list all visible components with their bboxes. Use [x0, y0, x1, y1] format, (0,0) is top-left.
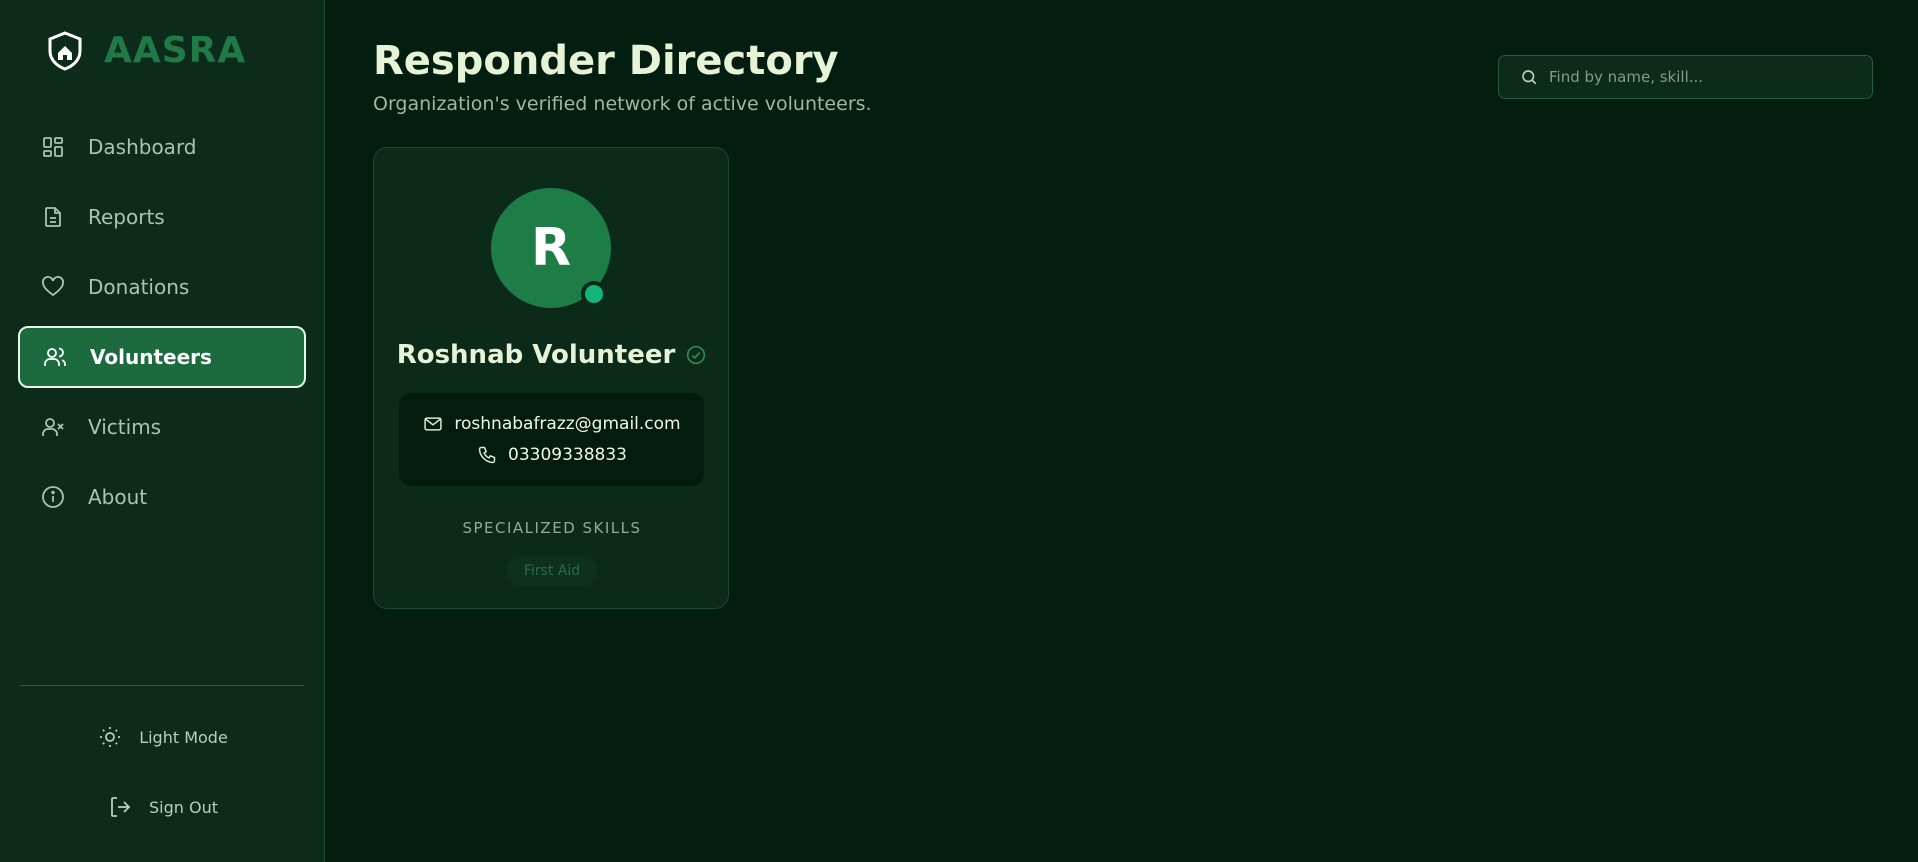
heart-icon [40, 274, 66, 300]
volunteer-name-row: Roshnab Volunteer [374, 340, 730, 370]
skill-chip: First Aid [506, 556, 598, 586]
light-mode-toggle[interactable]: Light Mode [0, 717, 325, 757]
email-row[interactable]: roshnabafrazz@gmail.com [399, 413, 704, 435]
volunteer-phone: 03309338833 [508, 445, 627, 465]
info-icon [40, 484, 66, 510]
grid-icon [40, 134, 66, 160]
sidebar-item-reports[interactable]: Reports [18, 186, 306, 248]
volunteer-name: Roshnab Volunteer [396, 340, 676, 370]
shield-home-icon [46, 30, 84, 71]
avatar-initial: R [530, 218, 572, 278]
sidebar-item-about[interactable]: About [18, 466, 306, 528]
verified-check-icon [685, 344, 707, 366]
brand-name: AASRA [104, 30, 247, 71]
volunteer-email: roshnabafrazz@gmail.com [454, 414, 681, 434]
sign-out-label: Sign Out [149, 797, 218, 817]
light-mode-label: Light Mode [139, 727, 228, 747]
sidebar-item-label: About [88, 485, 148, 509]
sidebar-item-label: Volunteers [90, 345, 212, 369]
search-icon [1519, 67, 1539, 87]
contact-info: roshnabafrazz@gmail.com 03309338833 [399, 393, 704, 486]
sidebar-item-label: Donations [88, 275, 190, 299]
sun-icon [97, 724, 123, 750]
phone-icon [476, 444, 498, 466]
sidebar: AASRA Dashboard Reports Donations Volunt… [0, 0, 325, 862]
app-root: AASRA Dashboard Reports Donations Volunt… [0, 0, 1918, 862]
sidebar-divider [20, 685, 304, 686]
sidebar-item-label: Reports [88, 205, 165, 229]
page-title: Responder Directory [373, 38, 839, 84]
online-status-indicator [581, 281, 607, 307]
phone-row[interactable]: 03309338833 [399, 444, 704, 466]
log-out-icon [107, 794, 133, 820]
brand[interactable]: AASRA [46, 30, 246, 71]
sidebar-item-label: Victims [88, 415, 162, 439]
sidebar-item-dashboard[interactable]: Dashboard [18, 116, 306, 178]
sidebar-nav: Dashboard Reports Donations Volunteers V… [18, 116, 306, 536]
sign-out-button[interactable]: Sign Out [0, 787, 325, 827]
document-icon [40, 204, 66, 230]
user-x-icon [40, 414, 66, 440]
sidebar-item-donations[interactable]: Donations [18, 256, 306, 318]
skills-heading: SPECIALIZED SKILLS [462, 519, 642, 537]
page-subtitle: Organization's verified network of activ… [373, 93, 872, 115]
volunteer-card[interactable]: R Roshnab Volunteer roshnabafrazz@gmail.… [373, 147, 729, 609]
users-icon [42, 344, 68, 370]
sidebar-item-label: Dashboard [88, 135, 197, 159]
sidebar-item-victims[interactable]: Victims [18, 396, 306, 458]
sidebar-item-volunteers[interactable]: Volunteers [18, 326, 306, 388]
mail-icon [422, 413, 444, 435]
search-box[interactable] [1498, 55, 1873, 99]
search-input[interactable] [1549, 68, 1869, 86]
